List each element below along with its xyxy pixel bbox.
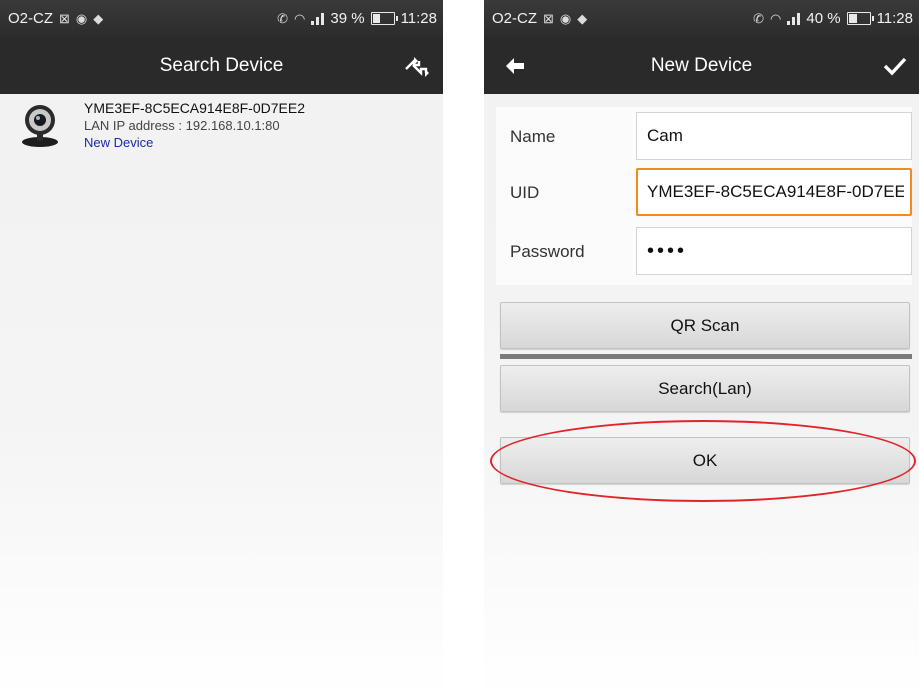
battery-icon <box>846 12 874 25</box>
device-form: Name UID Password <box>496 107 912 285</box>
page-title: Search Device <box>159 54 284 76</box>
search-lan-button[interactable]: Search(Lan) <box>500 365 910 412</box>
title-bar: New Device <box>484 37 919 94</box>
password-input[interactable] <box>636 227 912 275</box>
clock: 11:28 <box>876 10 913 27</box>
app-notification-icon: ◉ <box>75 10 88 26</box>
carrier-label: O2-CZ <box>492 10 537 27</box>
divider <box>500 354 912 359</box>
clock: 11:28 <box>400 10 437 27</box>
device-lan-ip: LAN IP address : 192.168.10.1:80 <box>84 118 280 133</box>
device-list-item[interactable]: YME3EF-8C5ECA914E8F-0D7EE2 LAN IP addres… <box>0 94 443 156</box>
password-label: Password <box>510 242 585 261</box>
qr-scan-button[interactable]: QR Scan <box>500 302 910 349</box>
vibrate-icon: ✆ <box>277 10 289 26</box>
wifi-icon: ◠ <box>294 10 306 26</box>
status-bar: O2-CZ ⊠ ◉ ◆ ✆ ◠ 40 % 11:28 <box>484 0 919 37</box>
name-row: Name <box>496 111 912 163</box>
device-uid: YME3EF-8C5ECA914E8F-0D7EE2 <box>84 100 305 116</box>
vibrate-icon: ✆ <box>753 10 765 26</box>
signal-icon <box>311 12 325 25</box>
uid-label: UID <box>510 183 540 202</box>
device-status: New Device <box>84 135 154 150</box>
refresh-arrows-icon[interactable] <box>403 37 429 94</box>
battery-icon <box>370 12 398 25</box>
title-bar: Search Device <box>0 37 443 94</box>
gallery-notification-icon: ⊠ <box>543 10 554 26</box>
uid-row: UID <box>496 167 912 219</box>
bag-notification-icon: ◆ <box>93 10 104 26</box>
gallery-notification-icon: ⊠ <box>59 10 70 26</box>
page-title: New Device <box>650 54 753 76</box>
ok-button[interactable]: OK <box>500 437 910 484</box>
app-notification-icon: ◉ <box>559 10 572 26</box>
status-bar: O2-CZ ⊠ ◉ ◆ ✆ ◠ 39 % 11:28 <box>0 0 443 37</box>
new-device-screen: O2-CZ ⊠ ◉ ◆ ✆ ◠ 40 % 11:28 New Device Na… <box>484 0 919 699</box>
carrier-label: O2-CZ <box>8 10 53 27</box>
battery-percent: 40 % <box>806 10 841 27</box>
signal-icon <box>787 12 801 25</box>
name-input[interactable] <box>636 112 912 160</box>
checkmark-icon[interactable] <box>883 37 907 94</box>
wifi-icon: ◠ <box>770 10 782 26</box>
uid-input[interactable] <box>636 168 912 216</box>
search-device-screen: O2-CZ ⊠ ◉ ◆ ✆ ◠ 39 % 11:28 Search Device <box>0 0 443 699</box>
bag-notification-icon: ◆ <box>577 10 588 26</box>
webcam-icon <box>18 102 62 148</box>
battery-percent: 39 % <box>330 10 365 27</box>
name-label: Name <box>510 127 556 146</box>
password-row: Password <box>496 226 912 278</box>
back-arrow-icon[interactable] <box>506 37 524 94</box>
